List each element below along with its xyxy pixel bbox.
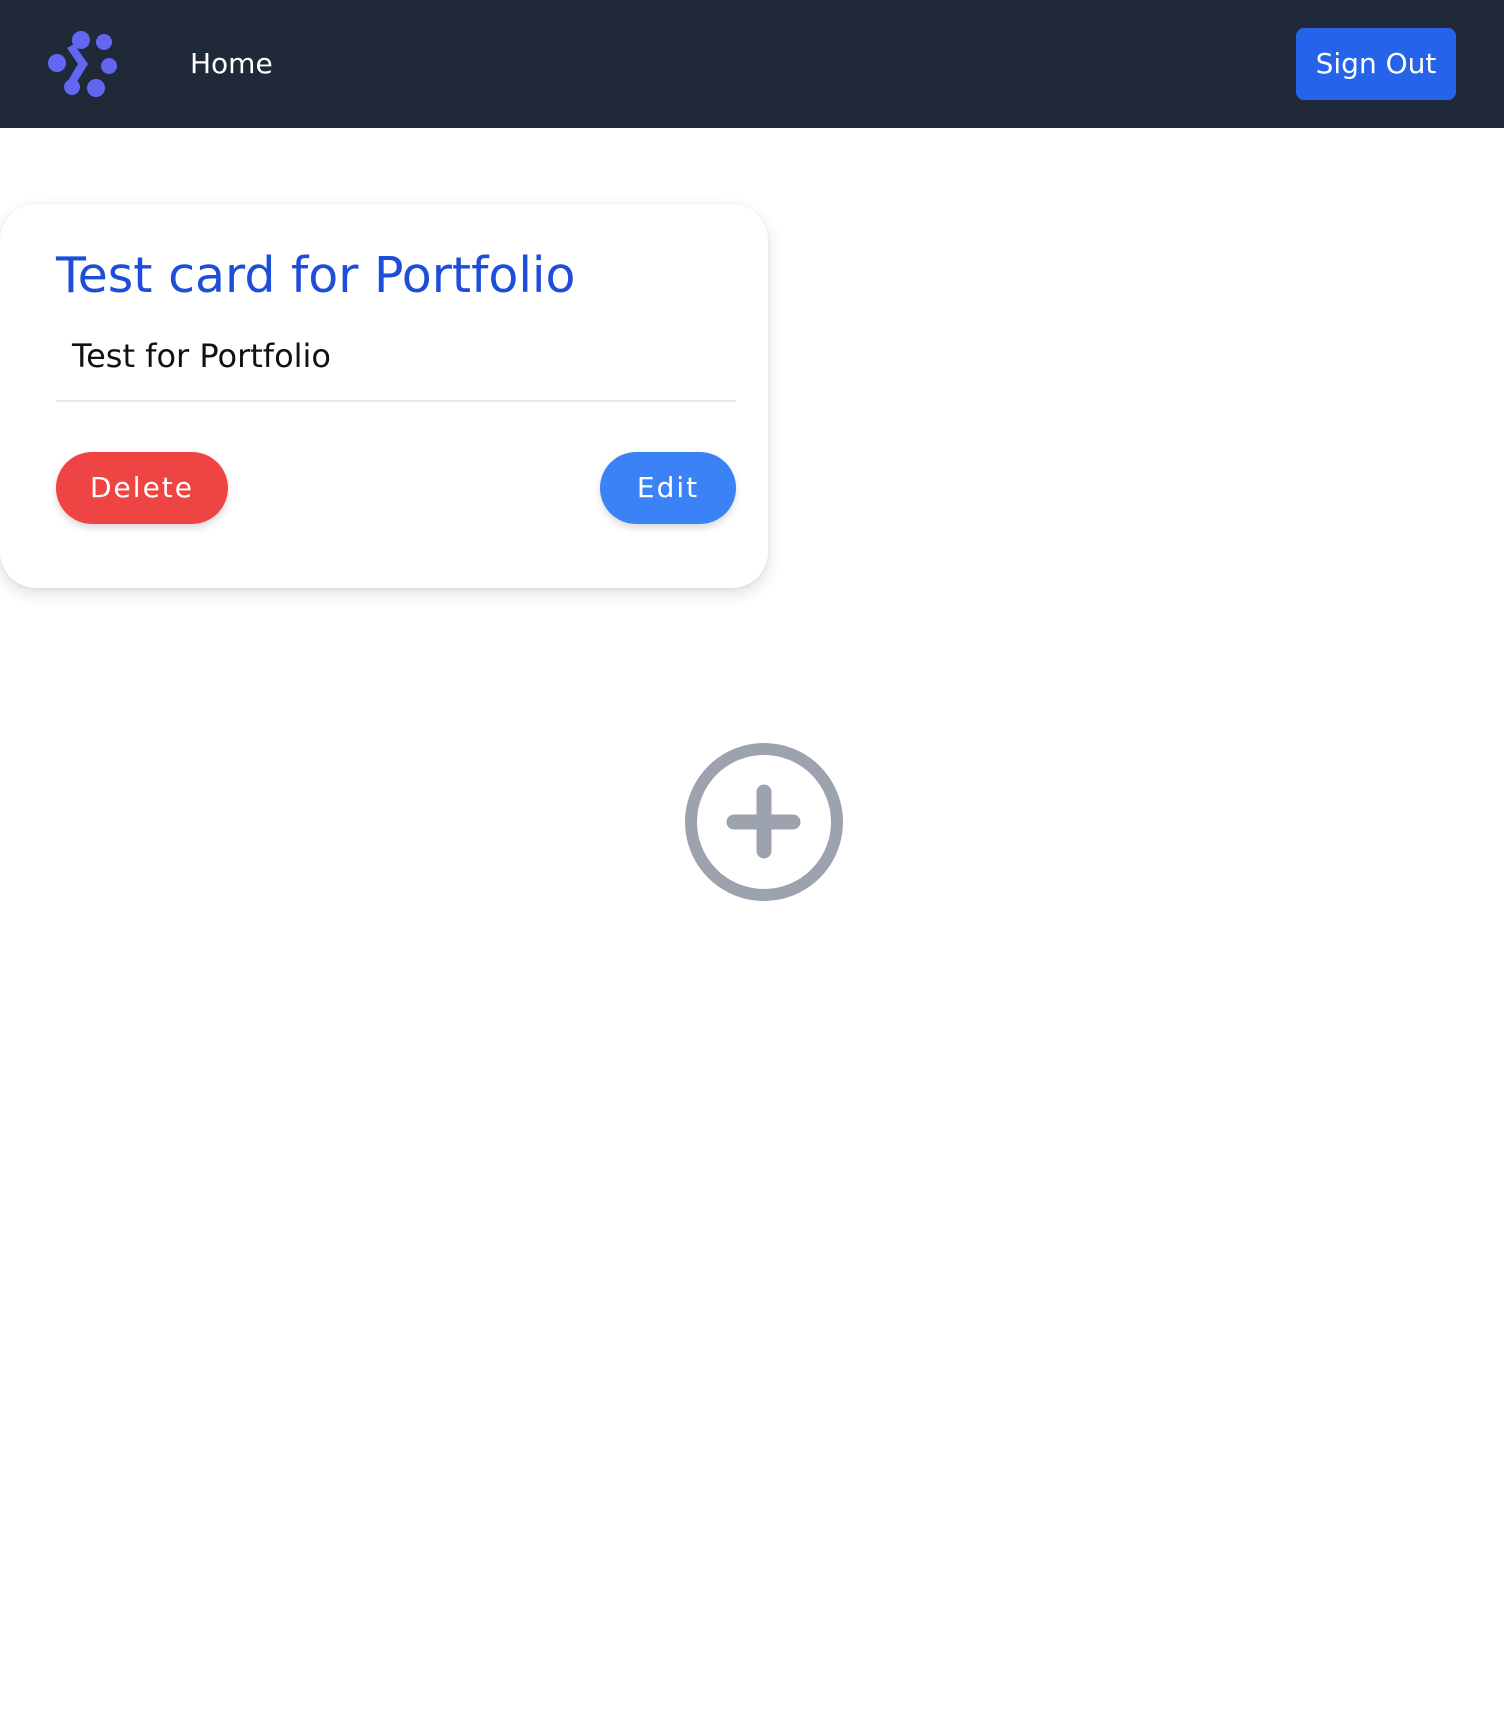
add-card-button[interactable] [682,740,846,904]
sign-out-button[interactable]: Sign Out [1296,28,1456,100]
top-navbar: Home Sign Out [0,0,1504,128]
edit-button[interactable]: Edit [600,452,736,524]
portfolio-card: Test card for Portfolio Test for Portfol… [0,204,768,588]
card-title: Test card for Portfolio [56,247,576,304]
plus-circle-icon [685,743,843,901]
card-description: Test for Portfolio [72,337,331,375]
card-divider [56,400,736,402]
dots-logo-icon[interactable] [46,30,118,98]
nav-home-link[interactable]: Home [190,44,273,84]
delete-button[interactable]: Delete [56,452,228,524]
